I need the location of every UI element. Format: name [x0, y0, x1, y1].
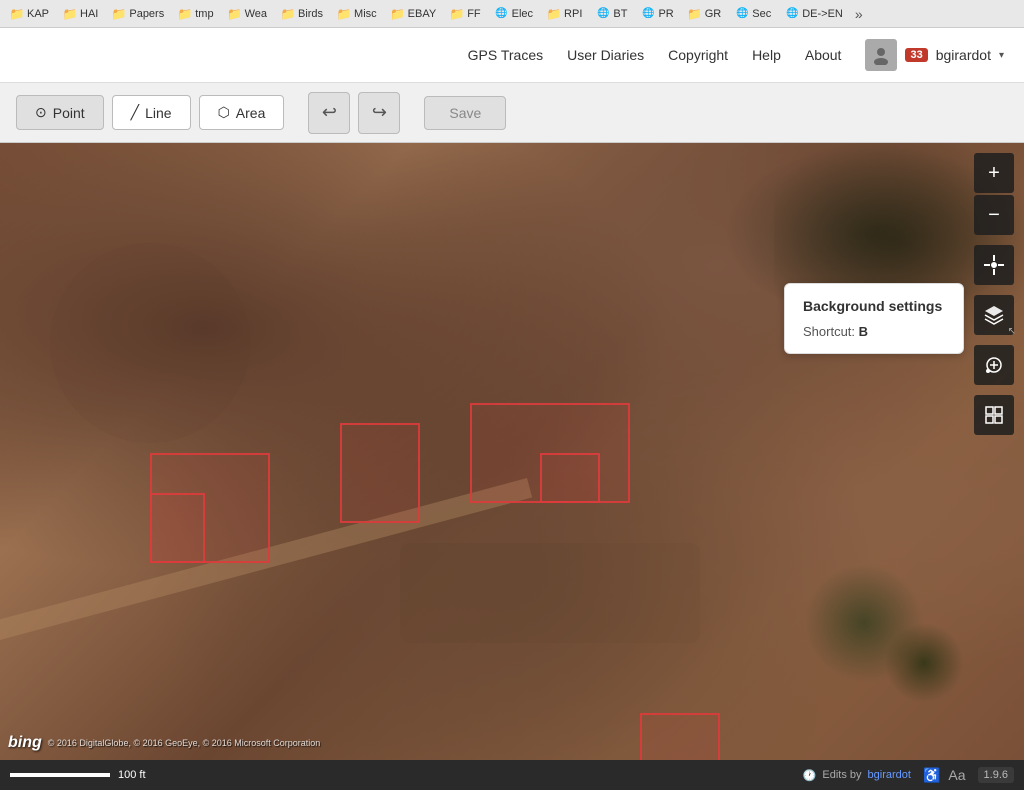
bookmark-rpi[interactable]: 📁 RPI [541, 5, 588, 23]
undo-button[interactable]: ↩ [308, 92, 350, 134]
tooltip-title: Background settings [803, 298, 945, 314]
area-tool-button[interactable]: ⬡ Area [199, 95, 285, 130]
bookmark-ff[interactable]: 📁 FF [444, 5, 486, 23]
bookmark-misc[interactable]: 📁 Misc [331, 5, 383, 23]
accessibility-icon: ♿ [923, 767, 940, 784]
status-middle: 🕐 Edits by bgirardot ♿ Aa 1.9.6 [158, 767, 1014, 784]
scale-label: 100 ft [118, 769, 146, 781]
edits-info: 🕐 Edits by bgirardot [803, 769, 911, 782]
user-dropdown-arrow[interactable]: ▾ [999, 50, 1004, 61]
bookmark-birds[interactable]: 📁 Birds [275, 5, 329, 23]
bookmark-sec[interactable]: 🌐 Sec [729, 5, 777, 23]
folder-icon: 📁 [281, 7, 295, 21]
folder-icon: 📁 [63, 7, 77, 21]
scale-bar: 100 ft [10, 769, 146, 781]
folder-icon: 📁 [391, 7, 405, 21]
background-settings-tooltip: Background settings Shortcut: B [784, 283, 964, 354]
nav-user: 33 bgirardot ▾ [865, 39, 1004, 71]
bookmark-elec[interactable]: 🌐 Elec [489, 5, 539, 23]
username-link[interactable]: bgirardot [936, 47, 991, 63]
bookmark-hai[interactable]: 📁 HAI [57, 5, 104, 23]
folder-icon: 📁 [547, 7, 561, 21]
line-tool-button[interactable]: ╱ Line [112, 95, 191, 130]
nav-user-diaries[interactable]: User Diaries [567, 47, 644, 63]
building-outline-4 [640, 713, 720, 760]
zoom-out-button[interactable]: − [974, 195, 1014, 235]
notification-badge[interactable]: 33 [905, 48, 927, 62]
map-controls: + − ↖ [974, 153, 1014, 435]
bookmark-gr[interactable]: 📁 GR [682, 5, 728, 23]
avatar [865, 39, 897, 71]
folder-icon: 📁 [178, 7, 192, 21]
bookmark-ebay[interactable]: 📁 EBAY [385, 5, 443, 23]
extra-control-2-button[interactable] [974, 395, 1014, 435]
map-terrain [50, 243, 250, 443]
scale-line [10, 773, 110, 777]
editor-toolbar: ⊙ Point ╱ Line ⬡ Area ↩ ↪ Save [0, 83, 1024, 143]
nav-about[interactable]: About [805, 47, 842, 63]
bookmark-papers[interactable]: 📁 Papers [106, 5, 170, 23]
folder-icon: 📁 [337, 7, 351, 21]
layers-button[interactable]: ↖ [974, 295, 1014, 335]
bookmark-tmp[interactable]: 📁 tmp [172, 5, 219, 23]
bookmark-de-en[interactable]: 🌐 DE->EN [779, 5, 849, 23]
font-size-icon: Aa [948, 767, 965, 783]
clock-icon: 🕐 [803, 769, 817, 782]
globe-icon: 🌐 [785, 7, 799, 21]
globe-icon: 🌐 [596, 7, 610, 21]
building-outline-1b [150, 493, 205, 563]
folder-icon: 📁 [10, 7, 24, 21]
bookmark-bt[interactable]: 🌐 BT [590, 5, 633, 23]
folder-icon: 📁 [228, 7, 242, 21]
nav-help[interactable]: Help [752, 47, 781, 63]
bing-logo: bing [8, 734, 42, 752]
globe-icon: 🌐 [495, 7, 509, 21]
globe-icon: 🌐 [735, 7, 749, 21]
edits-user-link[interactable]: bgirardot [868, 769, 911, 781]
bookmark-pr[interactable]: 🌐 PR [635, 5, 679, 23]
map-terrain [400, 543, 700, 643]
folder-icon: 📁 [688, 7, 702, 21]
status-bar: 100 ft 🕐 Edits by bgirardot ♿ Aa 1.9.6 [0, 760, 1024, 790]
folder-icon: 📁 [112, 7, 126, 21]
extra-control-1-button[interactable] [974, 345, 1014, 385]
status-icons: ♿ Aa [923, 767, 966, 784]
area-icon: ⬡ [218, 104, 230, 121]
zoom-in-button[interactable]: + [974, 153, 1014, 193]
tooltip-key: B [859, 324, 868, 339]
nav-gps-traces[interactable]: GPS Traces [468, 47, 543, 63]
bing-watermark: bing © 2016 DigitalGlobe, © 2016 GeoEye,… [8, 734, 320, 752]
bookmarks-more-button[interactable]: » [851, 4, 867, 24]
save-button[interactable]: Save [424, 96, 506, 130]
line-icon: ╱ [131, 104, 139, 121]
point-icon: ⊙ [35, 104, 47, 121]
version-badge: 1.9.6 [978, 767, 1014, 783]
map-container[interactable]: + − ↖ [0, 143, 1024, 760]
building-outline-3b [540, 453, 600, 503]
redo-button[interactable]: ↪ [358, 92, 400, 134]
tooltip-shortcut: Shortcut: B [803, 324, 945, 339]
bookmark-kap[interactable]: 📁 KAP [4, 5, 55, 23]
bookmarks-bar: 📁 KAP 📁 HAI 📁 Papers 📁 tmp 📁 Wea 📁 Birds… [0, 0, 1024, 28]
folder-icon: 📁 [450, 7, 464, 21]
nav-copyright[interactable]: Copyright [668, 47, 728, 63]
bookmark-wea[interactable]: 📁 Wea [222, 5, 273, 23]
gps-location-button[interactable] [974, 245, 1014, 285]
globe-icon: 🌐 [641, 7, 655, 21]
building-outline-2 [340, 423, 420, 523]
map-trees-2 [884, 623, 964, 703]
map-copyright: © 2016 DigitalGlobe, © 2016 GeoEye, © 20… [48, 738, 321, 748]
nav-bar: GPS Traces User Diaries Copyright Help A… [0, 28, 1024, 83]
point-tool-button[interactable]: ⊙ Point [16, 95, 104, 130]
